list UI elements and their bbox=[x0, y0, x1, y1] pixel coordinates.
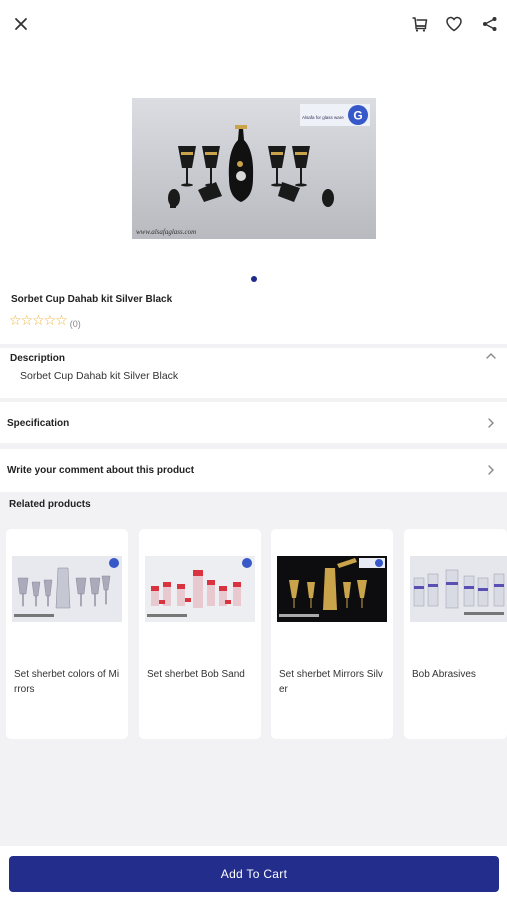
related-title: Related products bbox=[9, 499, 91, 510]
related-product-label: Set sherbet Mirrors Silver bbox=[279, 669, 383, 695]
description-text: Sorbet Cup Dahab kit Silver Black bbox=[20, 370, 179, 382]
related-product-label: Set sherbet Bob Sand bbox=[147, 669, 245, 680]
product-hero: G Alsafa for glass ware www.alsafaglass.… bbox=[0, 48, 507, 344]
star-rating-icons: ☆☆☆☆☆ bbox=[9, 312, 68, 328]
chevron-right-icon[interactable] bbox=[484, 463, 498, 477]
related-product-card[interactable]: Set sherbet colors of Mirrors bbox=[6, 529, 128, 739]
related-product-image bbox=[277, 556, 387, 622]
image-watermark: www.alsafaglass.com bbox=[136, 228, 196, 236]
top-bar bbox=[0, 0, 507, 48]
brand-text: Alsafa for glass ware bbox=[302, 115, 344, 120]
close-icon[interactable] bbox=[6, 9, 36, 39]
product-image[interactable]: G Alsafa for glass ware www.alsafaglass.… bbox=[132, 98, 376, 239]
rating-count: (0) bbox=[69, 319, 81, 329]
cart-icon[interactable] bbox=[405, 9, 435, 39]
related-product-card[interactable]: Set sherbet Bob Sand bbox=[139, 529, 261, 739]
chevron-right-icon[interactable] bbox=[484, 416, 498, 430]
related-product-label: Bob Abrasives bbox=[412, 669, 476, 680]
product-rating[interactable]: ☆☆☆☆☆ (0) bbox=[9, 312, 81, 329]
logo-letter: G bbox=[353, 109, 362, 123]
bottom-bar: Add To Cart bbox=[0, 846, 507, 900]
related-product-image bbox=[410, 556, 507, 622]
product-title: Sorbet Cup Dahab kit Silver Black bbox=[11, 294, 173, 305]
related-product-image bbox=[145, 556, 255, 622]
heart-icon[interactable] bbox=[439, 9, 469, 39]
description-section[interactable]: Description Sorbet Cup Dahab kit Silver … bbox=[0, 348, 507, 398]
gallery-page-indicator[interactable] bbox=[251, 276, 257, 282]
comment-section[interactable]: Write your comment about this product bbox=[0, 449, 507, 492]
chevron-up-icon[interactable] bbox=[484, 349, 498, 363]
specification-title: Specification bbox=[7, 418, 70, 429]
related-product-card[interactable]: Bob Abrasives bbox=[404, 529, 507, 739]
related-product-image bbox=[12, 556, 122, 622]
comment-title: Write your comment about this product bbox=[7, 465, 195, 476]
related-products: Related products Set sherbet colors of M… bbox=[0, 494, 507, 754]
related-product-label: Set sherbet colors of Mirrors bbox=[14, 669, 120, 695]
related-product-card[interactable]: Set sherbet Mirrors Silver bbox=[271, 529, 393, 739]
share-icon[interactable] bbox=[475, 9, 505, 39]
description-title: Description bbox=[10, 353, 66, 364]
add-to-cart-button[interactable]: Add To Cart bbox=[9, 856, 499, 892]
specification-section[interactable]: Specification bbox=[0, 402, 507, 443]
